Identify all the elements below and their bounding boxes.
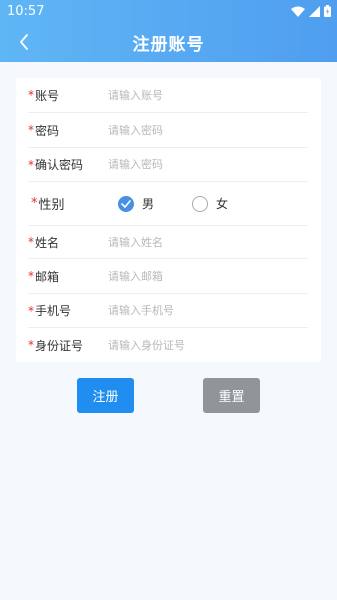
field-label: * 姓名 xyxy=(28,234,108,251)
back-icon[interactable] xyxy=(12,30,36,54)
status-icons xyxy=(291,5,331,17)
phone-input[interactable] xyxy=(108,294,288,327)
form-row-id-number: * 身份证号 xyxy=(28,328,308,362)
radio-checked-icon[interactable] xyxy=(118,195,134,212)
gender-female-label: 女 xyxy=(216,197,229,211)
wifi-icon xyxy=(291,6,305,17)
signal-icon xyxy=(309,5,320,17)
register-form: *账号 *密码 *确认密码 *性别 男 女 *姓名 *邮箱 xyxy=(16,78,321,362)
gender-radio-group: 男 女 xyxy=(118,195,228,212)
required-mark: * xyxy=(28,235,34,249)
page-title: 注册账号 xyxy=(132,34,205,55)
form-row-email: * 邮箱 xyxy=(28,259,308,294)
field-label: * 手机号 xyxy=(28,302,108,319)
account-input[interactable] xyxy=(108,78,288,112)
name-input[interactable] xyxy=(108,226,288,258)
app-header: 10:57 注册账号 xyxy=(0,0,337,62)
label-gender: 性别 xyxy=(38,198,65,213)
label-phone: 手机号 xyxy=(35,304,72,318)
label-password: 密码 xyxy=(35,123,60,138)
status-time: 10:57 xyxy=(7,3,45,19)
field-label: * 确认密码 xyxy=(28,156,108,173)
required-mark: * xyxy=(31,196,38,211)
required-mark: * xyxy=(28,157,34,172)
field-label: * 邮箱 xyxy=(28,268,108,285)
field-label: * 密码 xyxy=(28,122,108,139)
field-label: * 账号 xyxy=(28,87,108,104)
email-input[interactable] xyxy=(108,259,288,293)
form-row-gender: * 性别 男 女 xyxy=(28,182,308,226)
required-mark: * xyxy=(28,303,34,318)
title-bar: 注册账号 xyxy=(0,22,337,62)
reset-button[interactable]: 重置 xyxy=(203,378,260,413)
status-bar: 10:57 xyxy=(0,0,337,22)
required-mark: * xyxy=(28,123,34,137)
form-row-account: * 账号 xyxy=(28,78,308,113)
battery-icon xyxy=(324,5,331,17)
gender-option-female[interactable]: 女 xyxy=(192,195,228,212)
gender-male-label: 男 xyxy=(142,197,155,211)
form-row-name: * 姓名 xyxy=(28,226,308,259)
gender-option-male[interactable]: 男 xyxy=(118,195,154,212)
required-mark: * xyxy=(28,88,34,102)
label-confirm-password: 确认密码 xyxy=(35,158,84,172)
register-button[interactable]: 注册 xyxy=(77,378,134,413)
form-row-phone: * 手机号 xyxy=(28,294,308,328)
field-label: * 身份证号 xyxy=(28,337,108,354)
confirm-password-input[interactable] xyxy=(108,148,288,181)
form-row-confirm-password: * 确认密码 xyxy=(28,148,308,182)
id-number-input[interactable] xyxy=(108,328,288,362)
required-mark: * xyxy=(28,338,34,352)
field-label: * 性别 xyxy=(28,194,108,213)
label-id-number: 身份证号 xyxy=(35,338,84,353)
label-email: 邮箱 xyxy=(35,269,60,284)
label-name: 姓名 xyxy=(35,235,60,250)
form-row-password: * 密码 xyxy=(28,113,308,148)
required-mark: * xyxy=(28,269,34,283)
password-input[interactable] xyxy=(108,113,288,147)
label-account: 账号 xyxy=(35,88,60,103)
radio-unchecked-icon[interactable] xyxy=(192,195,209,212)
